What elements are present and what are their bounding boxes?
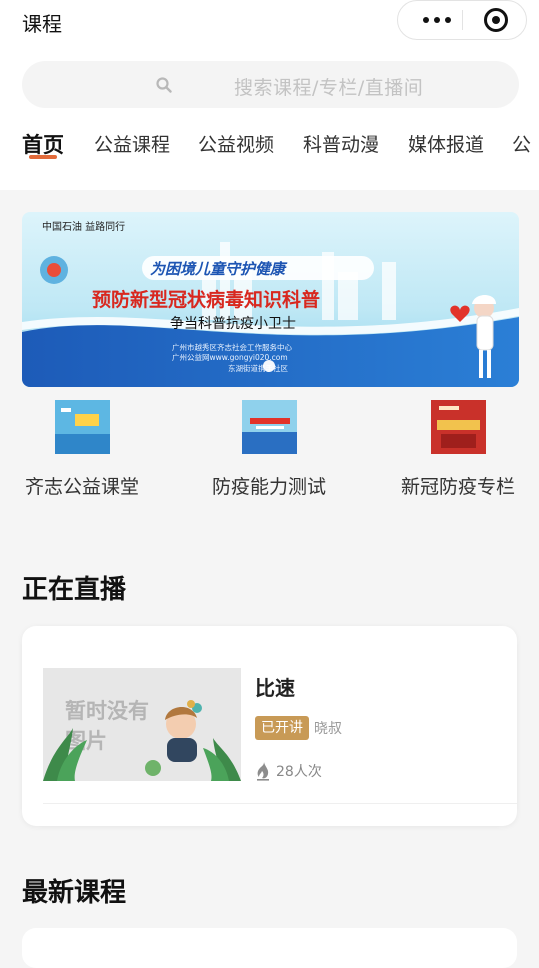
- banner-footer1: 广州市越秀区齐志社会工作服务中心: [172, 342, 292, 352]
- banner-line1: 为困境儿童守护健康: [150, 260, 288, 278]
- shortcut-label: 齐志公益课堂: [24, 476, 139, 498]
- page-title: 课程: [22, 12, 62, 36]
- banner-line2: 预防新型冠状病毒知识科普: [92, 288, 320, 311]
- live-status-badge: 已开讲: [255, 716, 309, 740]
- tab-media-reports[interactable]: 媒体报道: [408, 130, 484, 157]
- shortcut-label: 防疫能力测试: [211, 476, 326, 498]
- carousel-indicator-dot[interactable]: [263, 360, 275, 372]
- tab-public-videos[interactable]: 公益视频: [198, 130, 274, 157]
- active-tab-indicator: [29, 155, 57, 159]
- capsule-divider: [462, 10, 463, 30]
- card-divider: [43, 803, 517, 804]
- shortcut-label: 新冠防疫专栏: [400, 476, 515, 498]
- epidemic-test-thumbnail: [241, 400, 297, 454]
- latest-course-card-partial[interactable]: [22, 928, 517, 968]
- covid-column-thumbnail: [430, 400, 486, 454]
- search-input[interactable]: 搜索课程/专栏/直播间: [22, 61, 519, 108]
- search-placeholder: 搜索课程/专栏/直播间: [234, 77, 424, 99]
- live-course-name: 比速: [255, 676, 295, 700]
- mini-program-capsule: [397, 0, 527, 40]
- tab-public-courses[interactable]: 公益课程: [94, 130, 170, 157]
- shortcut-covid-column[interactable]: 新冠防疫专栏: [388, 400, 528, 498]
- qizhi-classroom-thumbnail: [54, 400, 110, 454]
- placeholder-illustration: [43, 700, 241, 781]
- target-circle-icon[interactable]: [484, 8, 508, 32]
- lecturer-name: 晓叔: [314, 721, 342, 737]
- category-tabs: 首页 公益课程 公益视频 科普动漫 媒体报道 公: [0, 126, 539, 166]
- more-dots-icon[interactable]: [412, 1, 462, 39]
- banner-line3: 争当科普抗疫小卫士: [170, 316, 296, 332]
- search-icon: [156, 77, 172, 93]
- live-course-thumbnail: 暂时没有图片: [43, 668, 241, 781]
- tab-more-truncated[interactable]: 公: [512, 130, 531, 157]
- flame-icon: [257, 762, 269, 781]
- banner-footer3: 东湖街道携手社区: [228, 363, 288, 373]
- latest-section-title: 最新课程: [22, 878, 127, 908]
- shortcut-epidemic-test[interactable]: 防疫能力测试: [199, 400, 339, 498]
- live-course-card[interactable]: 暂时没有图片 比速 已开讲 晓叔 28人次: [22, 626, 517, 826]
- shortcut-qizhi-classroom[interactable]: 齐志公益课堂: [12, 400, 152, 498]
- view-count: 28人次: [255, 761, 322, 781]
- tab-science-animation[interactable]: 科普动漫: [303, 130, 379, 157]
- view-count-text: 28人次: [276, 764, 322, 780]
- banner-logo-text: 中国石油 益路同行: [42, 220, 125, 233]
- live-section-title: 正在直播: [22, 575, 127, 605]
